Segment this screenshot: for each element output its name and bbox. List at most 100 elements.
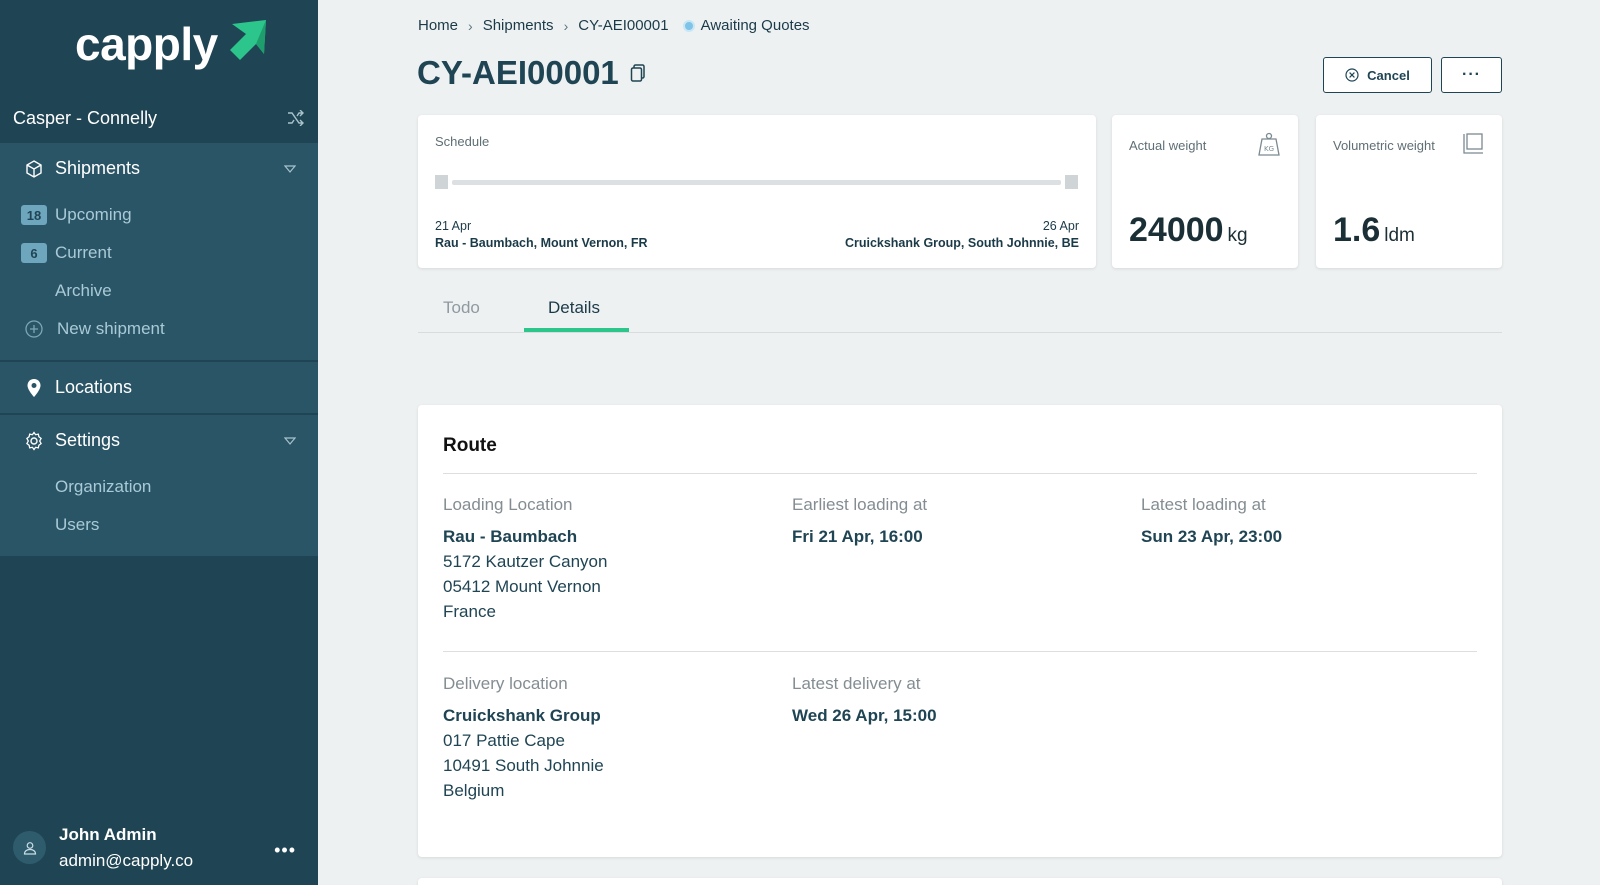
user-icon: [23, 841, 36, 855]
sidebar-item-label: Locations: [55, 377, 133, 397]
kg-weight-icon: KG: [1258, 132, 1280, 156]
more-actions-button[interactable]: ···: [1441, 57, 1502, 93]
chevron-right-icon: ›: [468, 17, 473, 34]
active-tab-indicator: [524, 328, 629, 332]
sidebar-item-archive[interactable]: Archive: [0, 272, 318, 310]
chevron-right-icon: ›: [563, 17, 569, 34]
chevron-down-icon[interactable]: [284, 163, 296, 175]
package-icon: [24, 159, 44, 179]
schedule-start-place: Rau - Baumbach, Mount Vernon, FR: [435, 236, 648, 250]
actual-weight-number: 24000: [1129, 211, 1224, 249]
field-label: Delivery location: [443, 674, 568, 693]
sidebar-item-label: Users: [55, 515, 100, 534]
delivery-street: 017 Pattie Cape: [443, 731, 565, 750]
sidebar-item-label: Current: [55, 243, 112, 262]
field-label: Earliest loading at: [792, 495, 928, 514]
volumetric-weight-unit: ldm: [1384, 225, 1415, 246]
latest-delivery: Latest delivery at Wed 26 Apr, 15:00: [792, 674, 937, 728]
count-badge: 6: [21, 243, 47, 263]
delivery-city: 10491 South Johnnie: [443, 756, 604, 775]
schedule-label: Schedule: [435, 134, 490, 149]
latest-loading: Latest loading at Sun 23 Apr, 23:00: [1141, 495, 1282, 549]
breadcrumb-current: CY-AEI00001: [578, 17, 669, 34]
field-label: Latest loading at: [1141, 495, 1266, 514]
latest-delivery-value: Wed 26 Apr, 15:00: [792, 706, 937, 725]
organization-name: Casper - Connelly: [13, 107, 158, 128]
sidebar-item-organization[interactable]: Organization: [0, 468, 318, 506]
brand-name: capply: [75, 18, 218, 70]
sidebar-item-upcoming[interactable]: 18 Upcoming: [0, 196, 318, 234]
sidebar-item-current[interactable]: 6 Current: [0, 234, 318, 272]
sidebar: capply Casper - Connelly Shipments 18 Up…: [0, 0, 318, 885]
latest-loading-value: Sun 23 Apr, 23:00: [1141, 527, 1283, 546]
gear-icon: [24, 430, 44, 451]
sidebar-item-shipments[interactable]: Shipments: [0, 143, 318, 194]
user-profile[interactable]: John Admin admin@capply.co •••: [0, 810, 318, 885]
earliest-loading: Earliest loading at Fri 21 Apr, 16:00: [792, 495, 927, 549]
sidebar-item-settings[interactable]: Settings: [0, 415, 318, 466]
sidebar-item-label: Organization: [55, 477, 152, 496]
user-menu-icon[interactable]: •••: [274, 840, 296, 861]
main-content: Home › Shipments › CY-AEI00001 Awaiting …: [318, 0, 1600, 885]
sidebar-item-users[interactable]: Users: [0, 506, 318, 544]
cancel-button[interactable]: Cancel: [1323, 57, 1432, 93]
svg-text:KG: KG: [1264, 145, 1274, 153]
sidebar-item-label: Archive: [55, 281, 112, 300]
field-label: Latest delivery at: [792, 674, 921, 693]
status-badge: Awaiting Quotes: [700, 17, 810, 34]
organization-switcher[interactable]: Casper - Connelly: [0, 93, 318, 143]
volumetric-weight-label: Volumetric weight: [1333, 138, 1435, 153]
next-card-peek: [418, 878, 1502, 885]
loading-location: Loading Location Rau - Baumbach 5172 Kau…: [443, 495, 607, 624]
shuffle-icon: [288, 110, 304, 126]
schedule-card: Schedule 21 Apr Rau - Baumbach, Mount Ve…: [418, 115, 1096, 268]
tab-bar: Todo Details: [418, 290, 1502, 333]
schedule-end-place: Cruickshank Group, South Johnnie, BE: [844, 236, 1079, 250]
logo-mark-icon: [229, 20, 266, 60]
shipment-reference: CY-AEI00001: [417, 54, 619, 91]
loading-street: 5172 Kautzer Canyon: [443, 552, 608, 571]
volume-icon: [1463, 133, 1483, 154]
chevron-down-icon[interactable]: [284, 435, 296, 447]
more-icon: ···: [1462, 66, 1481, 83]
actual-weight-card: Actual weight KG 24000 kg: [1112, 115, 1298, 268]
volumetric-weight-number: 1.6: [1333, 211, 1381, 249]
breadcrumb-home[interactable]: Home: [418, 17, 458, 34]
earliest-loading-value: Fri 21 Apr, 16:00: [792, 527, 923, 546]
sidebar-item-label: Settings: [55, 430, 121, 450]
loading-city: 05412 Mount Vernon: [443, 577, 601, 596]
volumetric-weight-value: 1.6 ldm: [1333, 211, 1415, 250]
tab-todo[interactable]: Todo: [443, 298, 480, 318]
map-pin-icon: [24, 378, 44, 398]
cancel-circle-icon: [1345, 68, 1359, 82]
sidebar-item-locations[interactable]: Locations: [0, 362, 318, 413]
locations-section: Locations: [0, 362, 318, 413]
copy-icon[interactable]: [630, 64, 646, 82]
timeline-start-marker: [435, 175, 448, 189]
brand-logo[interactable]: capply: [75, 16, 268, 72]
loading-country: France: [443, 602, 496, 621]
page-title: CY-AEI00001: [417, 54, 646, 92]
timeline-bar: [452, 180, 1061, 185]
breadcrumb-shipments[interactable]: Shipments: [483, 17, 554, 34]
sidebar-item-new-shipment[interactable]: New shipment: [0, 310, 318, 348]
route-card: Route Loading Location Rau - Baumbach 51…: [418, 405, 1502, 857]
timeline-end-marker: [1065, 175, 1078, 189]
cancel-label: Cancel: [1367, 67, 1410, 83]
delivery-country: Belgium: [443, 781, 505, 800]
user-email: admin@capply.co: [59, 850, 194, 870]
divider: [443, 473, 1477, 474]
sidebar-item-label: Upcoming: [55, 205, 132, 224]
breadcrumb: Home › Shipments › CY-AEI00001 Awaiting …: [418, 17, 810, 34]
schedule-end-date: 26 Apr: [1042, 219, 1079, 233]
delivery-location-name: Cruickshank Group: [443, 706, 601, 725]
shipments-section: Shipments 18 Upcoming 6 Current Archive …: [0, 143, 318, 360]
loading-location-name: Rau - Baumbach: [443, 527, 578, 546]
tab-details[interactable]: Details: [548, 298, 600, 318]
actual-weight-label: Actual weight: [1129, 138, 1207, 153]
sidebar-item-label: Shipments: [55, 158, 141, 178]
divider: [443, 651, 1477, 652]
delivery-location: Delivery location Cruickshank Group 017 …: [443, 674, 604, 803]
actual-weight-unit: kg: [1227, 225, 1248, 246]
settings-section: Settings Organization Users: [0, 415, 318, 556]
